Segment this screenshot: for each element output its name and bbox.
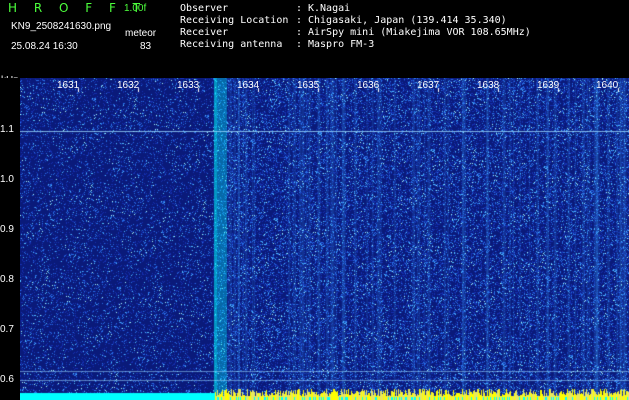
x-tick-label: 1640 xyxy=(596,80,619,91)
info-key-location: Receiving Location xyxy=(180,15,289,26)
timestamp: 25.08.24 16:30 xyxy=(11,41,78,52)
info-sep: : xyxy=(296,3,303,14)
y-tick-label: 1.0 xyxy=(0,174,14,185)
x-tick-label: 1638 xyxy=(477,80,500,91)
meteor-label: meteor xyxy=(125,28,157,39)
y-tick-label: 0.8 xyxy=(0,274,14,285)
meteor-count: 83 xyxy=(140,41,152,52)
info-key-antenna: Receiving antenna xyxy=(180,39,283,50)
info-key-receiver: Receiver xyxy=(180,27,229,38)
x-tick-label: 1631 xyxy=(57,80,80,91)
x-tick-label: 1635 xyxy=(297,80,320,91)
x-tick-label: 1636 xyxy=(357,80,380,91)
info-value-receiver: AirSpy mini (Miakejima VOR 108.65MHz) xyxy=(308,27,531,38)
y-tick-label: 0.6 xyxy=(0,374,14,385)
spectrogram xyxy=(20,78,629,400)
x-tick-label: 1633 xyxy=(177,80,200,91)
info-value-antenna: Maspro FM-3 xyxy=(308,39,375,50)
y-tick-label: 1.1 xyxy=(0,124,14,135)
info-sep: : xyxy=(296,15,303,26)
y-tick-label: 0.9 xyxy=(0,224,14,235)
info-value-observer: K.Nagai xyxy=(308,3,351,14)
app-version: 1.00f xyxy=(124,3,147,14)
x-tick-label: 1632 xyxy=(117,80,140,91)
info-value-location: Chigasaki, Japan (139.414 35.340) xyxy=(308,15,507,26)
x-tick-label: 1634 xyxy=(237,80,260,91)
x-tick-label: 1637 xyxy=(417,80,440,91)
info-sep: : xyxy=(296,39,303,50)
header-panel: H R O F F T 1.00f KN9_2508241630.png met… xyxy=(0,0,629,86)
file-name: KN9_2508241630.png xyxy=(11,21,112,32)
info-key-observer: Observer xyxy=(180,3,229,14)
x-tick-label: 1639 xyxy=(537,80,560,91)
y-tick-label: 0.7 xyxy=(0,324,14,335)
info-sep: : xyxy=(296,27,303,38)
